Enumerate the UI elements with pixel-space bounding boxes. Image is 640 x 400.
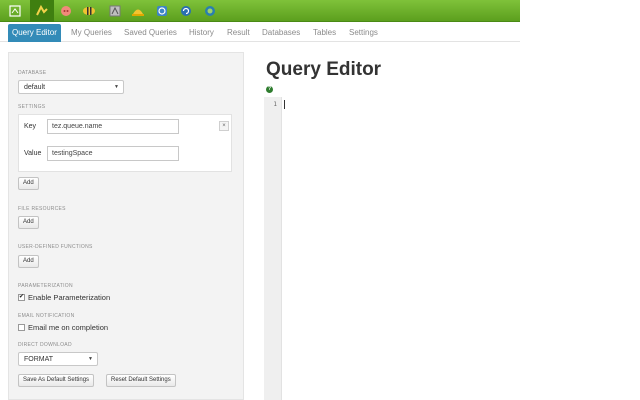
settings-section-label: SETTINGS (18, 104, 46, 110)
hard-hat-icon[interactable] (129, 2, 147, 20)
chevron-down-icon: ▼ (88, 356, 93, 362)
database-select-value: default (24, 84, 46, 91)
tab-query-editor[interactable]: Query Editor (8, 24, 61, 42)
database-section-label: DATABASE (18, 70, 47, 76)
nav-tabs: Query Editor My Queries Saved Queries Hi… (0, 22, 520, 42)
database-select[interactable]: default ▼ (18, 80, 124, 94)
tab-saved-queries[interactable]: Saved Queries (120, 24, 181, 42)
query-editor-area[interactable]: 1 (264, 97, 520, 400)
tab-settings[interactable]: Settings (345, 24, 382, 42)
help-icon[interactable]: ? (266, 86, 273, 93)
udf-section-label: USER-DEFINED FUNCTIONS (18, 244, 93, 250)
download-format-value: FORMAT (24, 356, 54, 363)
app-bar (0, 0, 520, 22)
home-icon[interactable] (6, 2, 24, 20)
reset-default-settings-button[interactable]: Reset Default Settings (106, 374, 176, 387)
oozie-icon[interactable] (153, 2, 171, 20)
save-default-settings-button[interactable]: Save As Default Settings (18, 374, 95, 387)
tab-my-queries[interactable]: My Queries (67, 24, 116, 42)
key-input[interactable]: tez.queue.name (47, 119, 179, 134)
page-title: Query Editor (266, 59, 382, 80)
tab-result[interactable]: Result (223, 24, 254, 42)
key-label: Key (24, 123, 37, 130)
pig-icon[interactable] (57, 2, 75, 20)
line-number: 1 (273, 101, 277, 108)
email-section-label: EMAIL NOTIFICATION (18, 313, 75, 319)
direct-download-section-label: DIRECT DOWNLOAD (18, 342, 72, 348)
settings-row-box: Key tez.queue.name × Value testingSpace (18, 114, 232, 172)
text-cursor (284, 100, 285, 109)
remove-setting-button[interactable]: × (219, 121, 229, 131)
help-app-icon[interactable] (201, 2, 219, 20)
enable-parameterization-label: Enable Parameterization (28, 293, 111, 302)
tab-databases[interactable]: Databases (258, 24, 304, 42)
file-browser-icon[interactable] (106, 2, 124, 20)
email-me-checkbox[interactable] (18, 324, 25, 331)
add-setting-button[interactable]: Add (18, 177, 39, 190)
settings-panel: DATABASE default ▼ SETTINGS Key tez.queu… (8, 52, 244, 400)
refresh-icon[interactable] (177, 2, 195, 20)
value-label: Value (24, 150, 42, 157)
chevron-down-icon: ▼ (114, 84, 119, 90)
tab-history[interactable]: History (185, 24, 218, 42)
value-input[interactable]: testingSpace (47, 146, 179, 161)
add-file-resource-button[interactable]: Add (18, 216, 39, 229)
query-editor-app-icon[interactable] (30, 0, 54, 22)
tab-tables[interactable]: Tables (309, 24, 340, 42)
line-number-gutter: 1 (264, 97, 282, 400)
file-resources-label: FILE RESOURCES (18, 206, 66, 212)
hive-bee-icon[interactable] (80, 2, 98, 20)
email-me-label: Email me on completion (28, 323, 109, 332)
parameterization-section-label: PARAMETERIZATION (18, 283, 73, 289)
enable-parameterization-checkbox[interactable]: ✔ (18, 294, 25, 301)
add-udf-button[interactable]: Add (18, 255, 39, 268)
close-icon: × (222, 123, 226, 129)
download-format-select[interactable]: FORMAT ▼ (18, 352, 98, 366)
